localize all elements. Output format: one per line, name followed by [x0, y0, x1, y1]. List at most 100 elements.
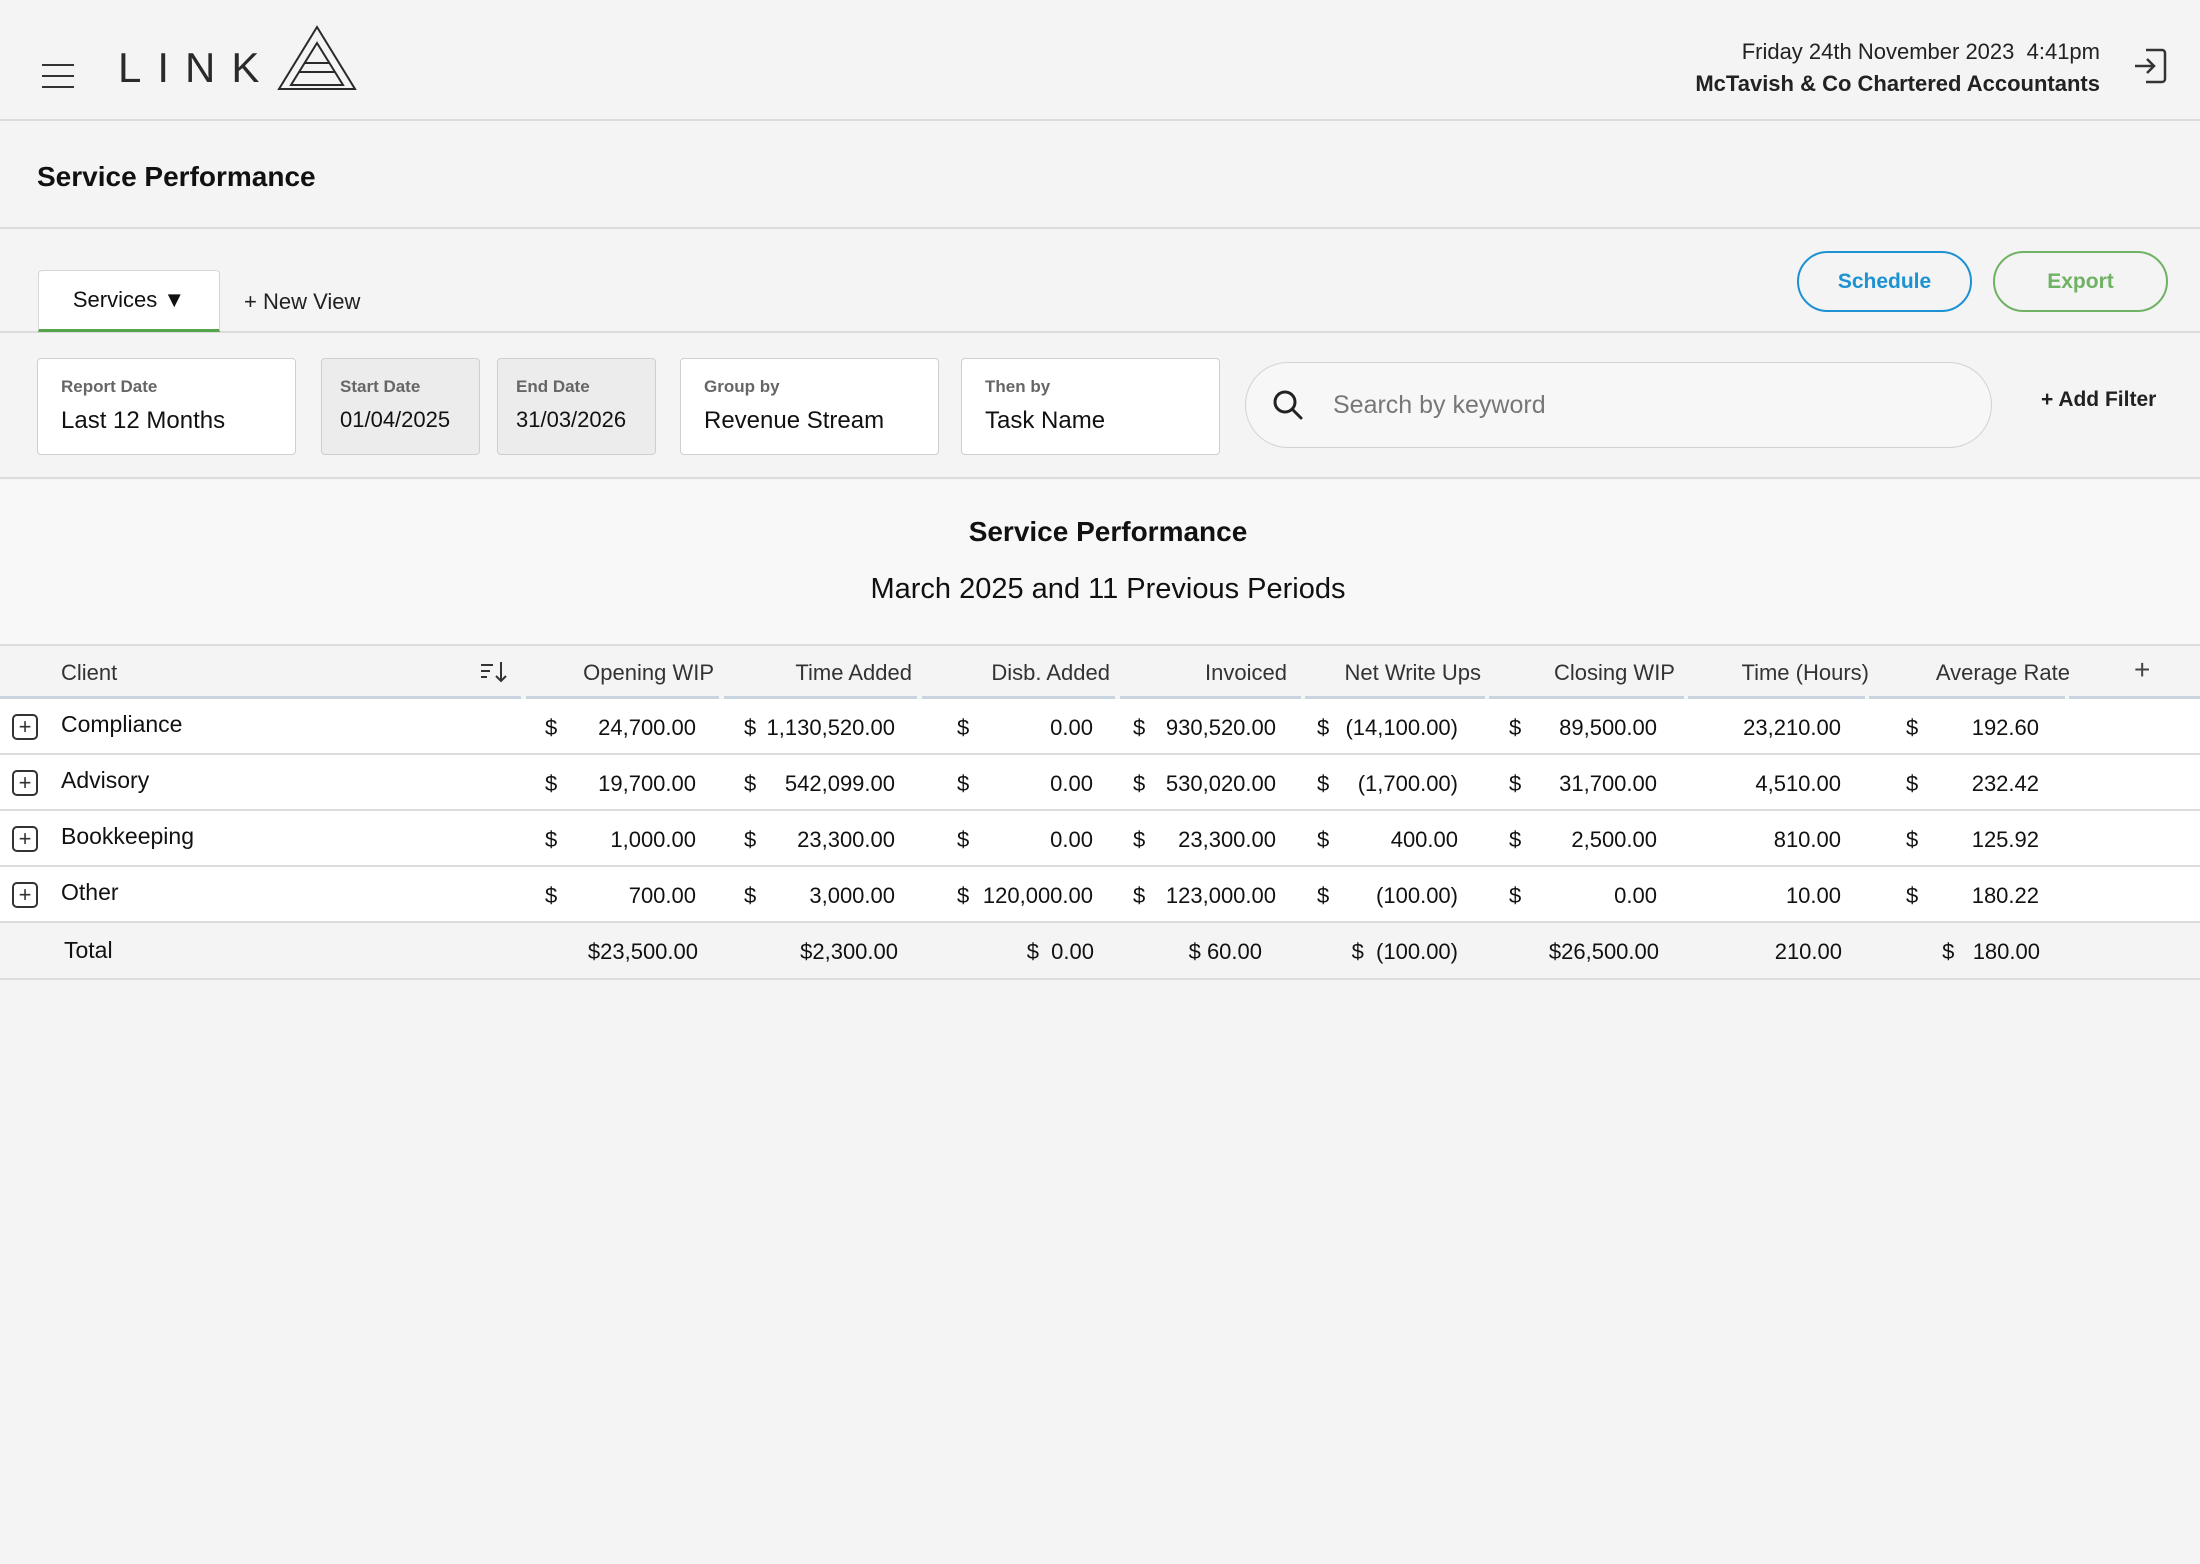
table-cell-value: 542,099.00	[784, 771, 895, 796]
end-date-value: 31/03/2026	[516, 407, 627, 432]
currency-symbol: $	[957, 715, 970, 740]
logo[interactable]: LINK	[118, 24, 358, 92]
then-by-filter[interactable]: Then by Task Name	[961, 358, 1220, 455]
report-header: Service Performance March 2025 and 11 Pr…	[0, 480, 2200, 644]
currency-symbol: $	[545, 715, 558, 740]
total-cell-value: $26,500.00	[1548, 939, 1659, 964]
expand-row-icon[interactable]: +	[12, 714, 38, 740]
table-cell-value: 232.42	[1971, 771, 2039, 796]
page-title: Service Performance	[37, 161, 316, 192]
search-input[interactable]	[1333, 390, 1933, 420]
total-cell-value: 210.00	[1774, 939, 1842, 964]
column-header-closing-wip[interactable]: Closing WIP	[1554, 660, 1675, 686]
column-header-invoiced[interactable]: Invoiced	[1205, 660, 1287, 686]
column-header-opening-wip[interactable]: Opening WIP	[583, 660, 714, 686]
table-cell-value: 0.00	[1050, 771, 1093, 796]
currency-symbol: $	[1317, 771, 1330, 796]
table-cell-value: 810.00	[1773, 827, 1841, 852]
report-date-filter[interactable]: Report Date Last 12 Months	[37, 358, 296, 455]
end-date-filter[interactable]: End Date 31/03/2026	[497, 358, 656, 455]
table-cell-value: 2,500.00	[1571, 827, 1657, 852]
currency-symbol: $	[1509, 883, 1522, 908]
table-cell-value: 530,020.00	[1165, 771, 1276, 796]
report-date-value: Last 12 Months	[61, 407, 226, 434]
title-bar: Service Performance	[0, 121, 2200, 229]
currency-symbol: $	[1317, 715, 1330, 740]
table-body: + Compliance $24,700.00 $1,130,520.00 $0.00 $…	[0, 699, 2200, 980]
logout-icon[interactable]	[2132, 46, 2168, 86]
currency-symbol: $	[1906, 771, 1919, 796]
currency-symbol: $	[1509, 715, 1522, 740]
row-label: Advisory	[61, 767, 150, 793]
total-row: Total $23,500.00 $2,300.00 $ 0.00 $ 60.00 $ (…	[0, 923, 2200, 980]
tab-services[interactable]: Services ▼	[38, 270, 220, 332]
schedule-button[interactable]: Schedule	[1797, 251, 1972, 312]
table-cell-value: 31,700.00	[1559, 771, 1657, 796]
current-date: Friday 24th November 2023 4:41pm	[1741, 39, 2100, 64]
group-by-filter[interactable]: Group by Revenue Stream	[680, 358, 939, 455]
sort-icon[interactable]	[480, 660, 510, 684]
table-cell-value: 89,500.00	[1559, 715, 1657, 740]
table-cell-value: 23,210.00	[1743, 715, 1841, 740]
total-cell-value: $2,300.00	[800, 939, 898, 964]
expand-row-icon[interactable]: +	[12, 826, 38, 852]
currency-symbol: $	[1133, 883, 1146, 908]
table-header: Client Opening WIP Time Added Disb. Adde…	[0, 644, 2200, 700]
table-cell-value: 125.92	[1971, 827, 2039, 852]
then-by-value: Task Name	[985, 407, 1106, 434]
search-box[interactable]	[1245, 362, 1992, 448]
column-header-net-write-ups[interactable]: Net Write Ups	[1344, 660, 1481, 686]
end-date-label: End Date	[516, 377, 590, 396]
column-header-disb-added[interactable]: Disb. Added	[991, 660, 1110, 686]
export-button[interactable]: Export	[1993, 251, 2168, 312]
table-row[interactable]: + Advisory $19,700.00 $542,099.00 $0.00 $530,…	[0, 755, 2200, 811]
currency-symbol: $	[545, 771, 558, 796]
expand-row-icon[interactable]: +	[12, 882, 38, 908]
currency-symbol: $	[744, 715, 757, 740]
table-cell-value: 400.00	[1390, 827, 1458, 852]
table-cell-value: 120,000.00	[982, 883, 1093, 908]
new-view-button[interactable]: + New View	[244, 289, 360, 315]
currency-symbol: $	[1317, 883, 1330, 908]
table-cell-value: 1,130,520.00	[766, 715, 895, 740]
header-info: Friday 24th November 2023 4:41pm McTavis…	[1695, 36, 2100, 100]
column-header-time-added[interactable]: Time Added	[795, 660, 912, 686]
table-row[interactable]: + Bookkeeping $1,000.00 $23,300.00 $0.00 $23,…	[0, 811, 2200, 867]
currency-symbol: $	[545, 883, 558, 908]
table-cell-value: 3,000.00	[809, 883, 895, 908]
table-cell-value: 24,700.00	[598, 715, 696, 740]
start-date-filter[interactable]: Start Date 01/04/2025	[321, 358, 480, 455]
column-header-average-rate[interactable]: Average Rate	[1936, 660, 2070, 686]
report-date-label: Report Date	[61, 377, 158, 396]
currency-symbol: $	[1509, 827, 1522, 852]
table-row[interactable]: + Compliance $24,700.00 $1,130,520.00 $0.00 $…	[0, 699, 2200, 755]
service-performance-table: Client Opening WIP Time Added Disb. Adde…	[0, 644, 2200, 980]
table-cell-value: 0.00	[1050, 827, 1093, 852]
start-date-value: 01/04/2025	[340, 407, 451, 432]
currency-symbol: $	[1133, 715, 1146, 740]
add-column-button[interactable]: +	[2134, 654, 2150, 686]
table-row[interactable]: + Other $700.00 $3,000.00 $120,000.00 $123,00…	[0, 867, 2200, 923]
currency-symbol: $	[744, 883, 757, 908]
total-cell-value: $23,500.00	[587, 939, 698, 964]
currency-symbol: $	[1906, 883, 1919, 908]
row-label: Bookkeeping	[61, 823, 194, 849]
column-header-time-hours[interactable]: Time (Hours)	[1741, 660, 1869, 686]
add-filter-button[interactable]: + Add Filter	[2041, 388, 2156, 412]
menu-icon[interactable]	[42, 64, 74, 88]
table-cell-value: 23,300.00	[1178, 827, 1276, 852]
firm-name: McTavish & Co Chartered Accountants	[1695, 71, 2100, 96]
logo-text: LINK	[118, 44, 276, 91]
view-tabs: Services ▼ + New View Schedule Export	[0, 229, 2200, 333]
expand-row-icon[interactable]: +	[12, 770, 38, 796]
table-cell-value: 0.00	[1614, 883, 1657, 908]
column-header-client[interactable]: Client	[61, 660, 117, 686]
total-label: Total	[64, 937, 113, 963]
filter-bar: Report Date Last 12 Months Start Date 01…	[0, 335, 2200, 479]
table-cell-value: (100.00)	[1376, 883, 1458, 908]
table-cell-value: 930,520.00	[1165, 715, 1276, 740]
table-cell-value: 0.00	[1050, 715, 1093, 740]
row-label: Compliance	[61, 711, 183, 737]
group-by-label: Group by	[704, 377, 780, 396]
total-cell-value: $ 180.00	[1942, 939, 2040, 964]
